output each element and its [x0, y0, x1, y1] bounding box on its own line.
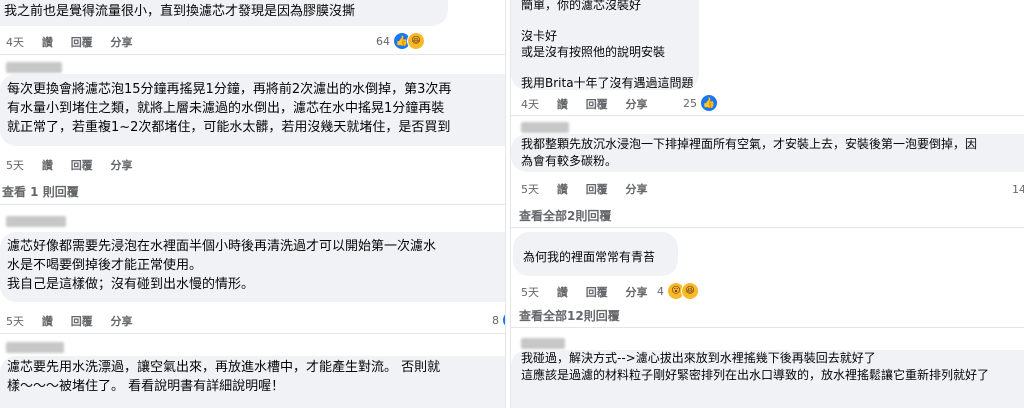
- reaction-count: 8: [492, 313, 499, 327]
- comment-text-line: 濾芯好像都需要先浸泡在水裡面半個小時後再清洗過才可以開始第一次濾水: [7, 239, 437, 254]
- comment-text-line: [521, 14, 699, 30]
- comment-age[interactable]: 4天: [6, 36, 24, 49]
- share-button[interactable]: 分享: [626, 183, 648, 196]
- reply-button[interactable]: 回覆: [71, 36, 93, 49]
- comment-actions: 5天 讚 回覆 分享: [521, 181, 662, 197]
- comment-bubble: 簡單，你的濾芯沒裝好 沒卡好 或是沒有按照他的說明安裝 我用Brita十年了沒有…: [511, 0, 699, 90]
- commenter-name-redacted: [6, 342, 64, 353]
- reaction-summary[interactable]: 4 😮 😆: [657, 282, 699, 300]
- comment-text-line: 樣～～～被堵住了。 看看說明書有詳細說明喔！: [7, 379, 285, 394]
- reply-button[interactable]: 回覆: [586, 98, 608, 111]
- divider: [511, 227, 1024, 228]
- divider: [0, 54, 505, 55]
- reaction-count: 4: [657, 284, 664, 298]
- comment-bubble: 為何我的裡面常常有青苔: [513, 232, 678, 276]
- comment-text-line: 沒卡好: [521, 29, 558, 43]
- view-replies-link[interactable]: 查看 1 則回覆: [2, 183, 79, 200]
- like-button[interactable]: 讚: [42, 159, 53, 172]
- comment-text-line: 我碰過，解決方式-->濾心拔出來放到水裡搖幾下後再裝回去就好了: [521, 351, 876, 365]
- comment-age[interactable]: 5天: [521, 286, 539, 299]
- divider: [0, 333, 505, 334]
- comment-actions: 4天 讚 回覆 分享: [521, 96, 662, 112]
- reply-button[interactable]: 回覆: [71, 159, 93, 172]
- divider: [511, 115, 1024, 116]
- reaction-count: 14: [1012, 183, 1024, 196]
- reaction-count: 64: [376, 34, 390, 48]
- like-button[interactable]: 讚: [557, 183, 568, 196]
- comment-text-line: 就正常了，若重複1~2次都堵住，可能水太髒，若用沒幾天就堵住，是否買到: [7, 120, 451, 135]
- share-button[interactable]: 分享: [111, 159, 133, 172]
- like-button[interactable]: 讚: [42, 315, 53, 328]
- haha-icon: 😆: [681, 282, 699, 300]
- comment-text-line: 我用Brita十年了沒有遇過這問題: [521, 75, 694, 90]
- comment-text-line: 有水量小到堵住之類，就將上層未濾過的水倒出，濾芯在水中搖晃1分鐘再裝: [7, 101, 445, 116]
- comment-actions: 5天 讚 回覆 分享: [6, 157, 147, 173]
- comment-age[interactable]: 5天: [521, 183, 539, 196]
- comment-actions: 5天 讚 回覆 分享: [6, 313, 147, 329]
- reaction-summary[interactable]: 25 👍: [683, 94, 718, 112]
- comment-bubble: 濾芯要先用水洗漂過，讓空氣出來，再放進水槽中，才能產生對流。 否則就 樣～～～被…: [0, 356, 505, 408]
- comment-text-line: 每次更換會將濾芯泡15分鐘再搖晃1分鐘，再將前2次濾出的水倒掉，第3次再: [7, 82, 452, 97]
- comment-text-line: 為會有較多碳粉。: [521, 154, 618, 168]
- comment-text-line: 水是不喝要倒掉後才能正常使用。: [7, 258, 203, 273]
- share-button[interactable]: 分享: [111, 315, 133, 328]
- reply-button[interactable]: 回覆: [586, 183, 608, 196]
- comment-actions: 4天 讚 回覆 分享: [6, 34, 147, 50]
- view-replies-link[interactable]: 查看全部2則回覆: [519, 207, 611, 224]
- commenter-name-redacted: [6, 62, 62, 73]
- comment-text-line: 我都整顆先放沉水浸泡一下排掉裡面所有空氣，才安裝上去，安裝後第一泡要倒掉，因: [521, 137, 978, 151]
- divider: [511, 327, 1024, 328]
- comment-text-line: 濾芯要先用水洗漂過，讓空氣出來，再放進水槽中，才能產生對流。 否則就: [7, 360, 441, 375]
- right-comment-panel: 簡單，你的濾芯沒裝好 沒卡好 或是沒有按照他的說明安裝 我用Brita十年了沒有…: [511, 0, 1024, 408]
- comment-age[interactable]: 4天: [521, 98, 539, 111]
- comment-bubble: 我之前也是覺得流量很小，直到換濾芯才發現是因為膠膜沒撕: [0, 0, 448, 26]
- like-button[interactable]: 讚: [557, 286, 568, 299]
- left-comment-panel: 我之前也是覺得流量很小，直到換濾芯才發現是因為膠膜沒撕 4天 讚 回覆 分享 6…: [0, 0, 505, 408]
- commenter-name-redacted: [521, 338, 565, 349]
- comment-text: 為何我的裡面常常有青苔: [523, 250, 656, 264]
- reaction-count: 25: [683, 96, 697, 110]
- comment-text-line: 或是沒有按照他的說明安裝: [521, 44, 666, 59]
- comment-age[interactable]: 5天: [6, 315, 24, 328]
- comment-bubble: 濾芯好像都需要先浸泡在水裡面半個小時後再清洗過才可以開始第一次濾水 水是不喝要倒…: [0, 232, 505, 302]
- reaction-summary[interactable]: 8 👍: [492, 311, 505, 329]
- comment-text-line: [521, 60, 699, 76]
- comment-actions: 5天 讚 回覆 分享: [521, 284, 662, 300]
- comment-text-line: 我自己是這樣做；沒有碰到出水慢的情形。: [7, 277, 255, 292]
- share-button[interactable]: 分享: [626, 98, 648, 111]
- comment-text-line: 簡單，你的濾芯沒裝好: [521, 0, 642, 12]
- like-icon: 👍: [700, 94, 718, 112]
- reply-button[interactable]: 回覆: [586, 286, 608, 299]
- commenter-name-redacted: [521, 122, 569, 133]
- haha-icon: 😆: [407, 32, 425, 50]
- comment-bubble: 我碰過，解決方式-->濾心拔出來放到水裡搖幾下後再裝回去就好了 這應該是過濾的材…: [511, 350, 1024, 408]
- reply-button[interactable]: 回覆: [71, 315, 93, 328]
- view-replies-link[interactable]: 查看全部12則回覆: [519, 307, 620, 324]
- like-button[interactable]: 讚: [557, 98, 568, 111]
- comment-text-line: 這應該是過濾的材料粒子剛好緊密排列在出水口導致的，放水裡搖鬆讓它重新排列就好了: [521, 368, 990, 382]
- commenter-name-redacted: [6, 216, 66, 227]
- comment-bubble: 我都整顆先放沉水浸泡一下排掉裡面所有空氣，才安裝上去，安裝後第一泡要倒掉，因 為…: [511, 134, 1024, 172]
- divider: [0, 204, 505, 205]
- comment-bubble: 每次更換會將濾芯泡15分鐘再搖晃1分鐘，再將前2次濾出的水倒掉，第3次再 有水量…: [0, 74, 505, 146]
- share-button[interactable]: 分享: [111, 36, 133, 49]
- share-button[interactable]: 分享: [626, 286, 648, 299]
- reaction-summary[interactable]: 14: [1012, 183, 1024, 196]
- comment-age[interactable]: 5天: [6, 159, 24, 172]
- like-button[interactable]: 讚: [42, 36, 53, 49]
- reaction-summary[interactable]: 64 👍 😆: [376, 32, 425, 50]
- comment-text: 我之前也是覺得流量很小，直到換濾芯才發現是因為膠膜沒撕: [4, 4, 356, 19]
